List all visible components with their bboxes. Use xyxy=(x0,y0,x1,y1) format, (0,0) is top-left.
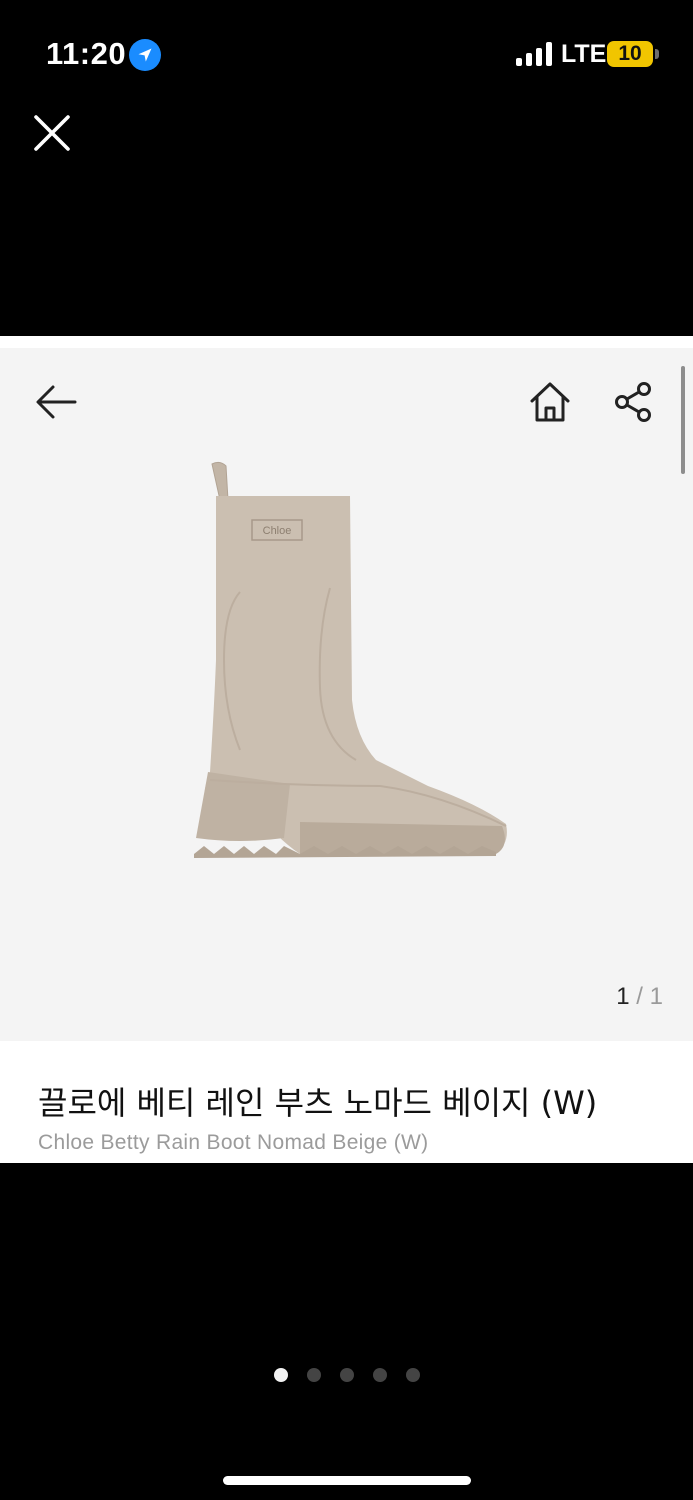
product-title-english: Chloe Betty Rain Boot Nomad Beige (W) xyxy=(38,1131,429,1154)
status-time: 11:20 xyxy=(46,36,127,71)
page-dot-4[interactable] xyxy=(372,1368,387,1382)
product-title-korean: 끌로에 베티 레인 부츠 노마드 베이지 (W) xyxy=(38,1084,598,1122)
image-counter-current: 1 xyxy=(616,983,630,1010)
boot-logo-text: Chloe xyxy=(263,525,292,537)
home-button[interactable] xyxy=(528,380,572,424)
close-icon[interactable] xyxy=(32,113,72,153)
page-dot-5[interactable] xyxy=(405,1368,420,1382)
page-dot-1[interactable] xyxy=(273,1368,288,1382)
status-bar: 11:20 LTE 10 xyxy=(0,0,693,110)
page-dot-2[interactable] xyxy=(306,1368,321,1382)
image-counter-separator: / xyxy=(636,983,643,1010)
product-screenshot: Chloe 1 / 1 끌로에 베티 레인 부츠 노마드 베이지 (W) Chl… xyxy=(0,336,693,1163)
battery-icon: 10 xyxy=(607,41,653,67)
share-icon xyxy=(615,382,651,422)
share-button[interactable] xyxy=(612,380,656,424)
image-counter-total: 1 xyxy=(649,983,663,1010)
page-indicator xyxy=(0,1368,693,1386)
home-indicator[interactable] xyxy=(223,1476,471,1485)
battery-level: 10 xyxy=(618,42,642,65)
battery-cap xyxy=(655,49,659,59)
product-image-boot: Chloe xyxy=(194,461,507,858)
home-icon xyxy=(530,382,570,422)
signal-icon xyxy=(516,42,554,66)
arrow-left-icon xyxy=(36,385,77,419)
back-button[interactable] xyxy=(34,382,80,422)
location-arrow-icon xyxy=(129,39,161,71)
image-counter: 1 / 1 xyxy=(616,983,663,1011)
network-type: LTE xyxy=(561,40,607,68)
product-image-area: Chloe 1 / 1 xyxy=(0,348,693,1041)
scrollbar[interactable] xyxy=(681,366,685,474)
page-dot-3[interactable] xyxy=(339,1368,354,1382)
